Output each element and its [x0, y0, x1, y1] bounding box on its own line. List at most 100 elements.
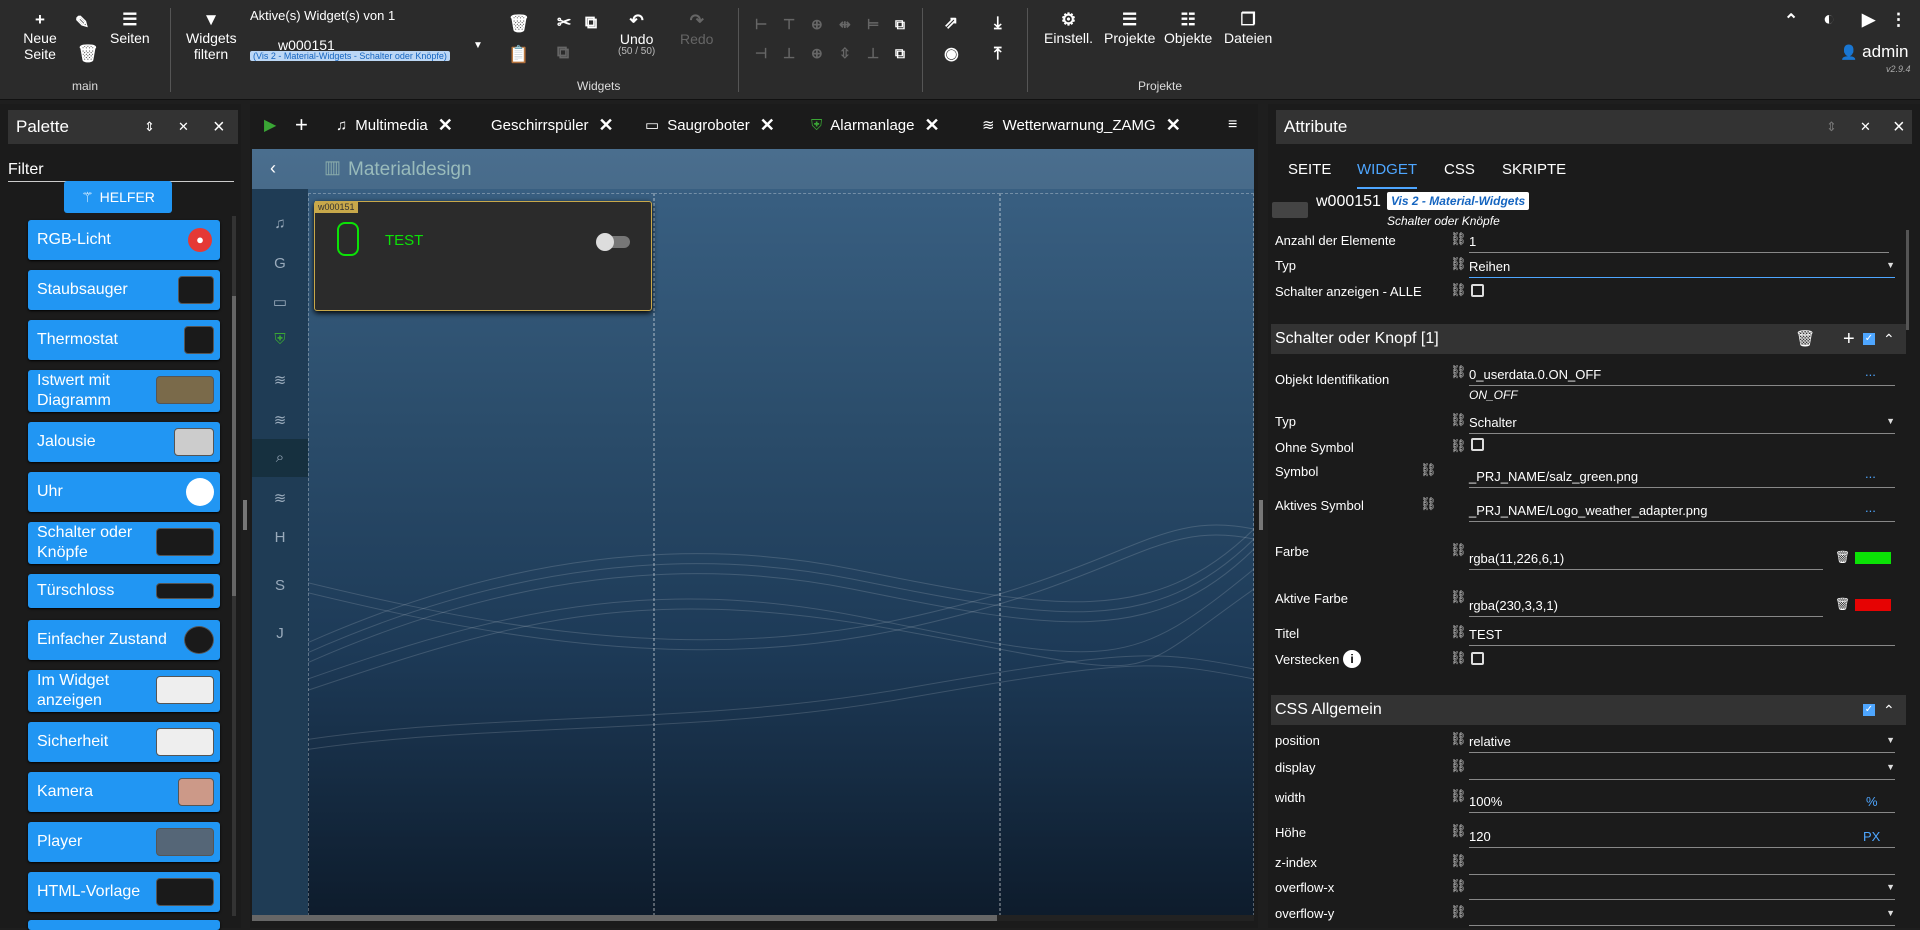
weather-icon[interactable]: ≋: [252, 489, 308, 507]
palette-item-widget-view[interactable]: Im Widget anzeigen: [28, 670, 220, 712]
add-tab-icon[interactable]: +: [295, 104, 308, 146]
overflow-x-select[interactable]: [1469, 876, 1895, 900]
tab-weather[interactable]: ≋ Wetterwarnung_ZAMG ✕: [982, 104, 1181, 146]
chevron-up-icon[interactable]: ⌃: [1784, 12, 1798, 30]
play-icon[interactable]: ▶: [1862, 11, 1875, 29]
send-back-icon[interactable]: ⧉: [895, 44, 905, 62]
color-input[interactable]: rgba(11,226,6,1): [1469, 546, 1823, 570]
close-icon[interactable]: ✕: [924, 115, 939, 136]
import-icon[interactable]: ⤓: [994, 14, 1002, 32]
add-icon[interactable]: +: [1843, 328, 1855, 351]
height-unit[interactable]: PX: [1863, 829, 1880, 844]
palette-item-switch[interactable]: Schalter oder Knöpfe: [28, 522, 220, 564]
projects-button[interactable]: ☰ Projekte: [1104, 10, 1155, 46]
palette-item-thermostat[interactable]: Thermostat: [28, 320, 220, 360]
active-symbol-browse-button[interactable]: ...: [1865, 500, 1876, 515]
link-icon[interactable]: ⛓: [1450, 624, 1467, 640]
zindex-input[interactable]: [1469, 851, 1895, 875]
more-vert-icon[interactable]: ⋮: [1890, 11, 1907, 29]
display-select[interactable]: [1469, 756, 1895, 780]
weather-icon[interactable]: ≋: [252, 411, 308, 429]
redo-button[interactable]: ↷ Redo: [680, 11, 713, 47]
type-select[interactable]: Reihen: [1469, 254, 1895, 278]
no-symbol-checkbox[interactable]: [1471, 438, 1484, 451]
resize-handle[interactable]: [243, 500, 247, 530]
align-bottom-icon[interactable]: ⊥: [783, 44, 795, 62]
link-icon[interactable]: ⛓: [1450, 231, 1467, 247]
user-menu[interactable]: 👤 admin: [1840, 42, 1908, 62]
oid-browse-button[interactable]: ...: [1865, 364, 1876, 379]
link-icon[interactable]: ⛓: [1450, 878, 1467, 894]
weather-icon[interactable]: ≋: [252, 371, 308, 389]
close-icon[interactable]: ✕: [438, 115, 453, 136]
nav-letter[interactable]: S: [252, 577, 308, 594]
tabs-menu-icon[interactable]: ≡: [1228, 104, 1237, 146]
active-color-input[interactable]: rgba(230,3,3,1): [1469, 593, 1823, 617]
same-height-icon[interactable]: ⊥: [867, 44, 879, 62]
link-icon[interactable]: ⛓: [1450, 438, 1467, 454]
palette-item-clock[interactable]: Uhr: [28, 472, 220, 512]
collapse-icon[interactable]: ✕: [1860, 119, 1871, 135]
link-icon[interactable]: ⛓: [1420, 496, 1437, 512]
palette-scrollbar[interactable]: [232, 216, 236, 916]
delete-icon[interactable]: 🗑: [1835, 597, 1850, 611]
helper-button[interactable]: ⚚ HELFER: [64, 181, 172, 213]
section-checkbox[interactable]: ✓: [1863, 333, 1875, 345]
width-unit[interactable]: %: [1866, 794, 1878, 809]
chevron-up-icon[interactable]: ⌃: [1883, 331, 1895, 348]
close-icon[interactable]: ×: [1893, 116, 1905, 139]
link-icon[interactable]: ⛓: [1450, 542, 1467, 558]
delete-widget-icon[interactable]: 🗑: [508, 15, 530, 33]
close-icon[interactable]: ×: [213, 116, 225, 139]
paste-icon[interactable]: 📋: [508, 46, 529, 64]
attr-scrollbar[interactable]: [1906, 230, 1909, 330]
align-right-icon[interactable]: ⊣: [755, 44, 767, 62]
link-icon[interactable]: ⛓: [1450, 731, 1467, 747]
palette-item-vacuum[interactable]: Staubsauger: [28, 270, 220, 310]
same-width-icon[interactable]: ⊨: [867, 15, 879, 33]
pages-button[interactable]: ☰ Seiten: [110, 10, 150, 46]
editor-canvas[interactable]: ‹ ▥ Materialdesign ♫ G ▭ ⛨ ≋ ≋ ⌕ ≋ H S J…: [252, 149, 1254, 921]
tab-multimedia[interactable]: ♫ Multimedia ✕: [336, 104, 453, 146]
tab-dishwasher[interactable]: Geschirrspüler ✕: [491, 104, 614, 146]
tab-robot[interactable]: ▭ Saugroboter ✕: [645, 104, 775, 146]
link-icon[interactable]: ⛓: [1450, 853, 1467, 869]
shield-icon[interactable]: ⛨: [252, 331, 308, 348]
position-select[interactable]: relative: [1469, 729, 1895, 753]
link-icon[interactable]: ⛓: [1450, 758, 1467, 774]
title-input[interactable]: TEST: [1469, 622, 1895, 646]
active-symbol-input[interactable]: _PRJ_NAME/Logo_weather_adapter.png: [1469, 498, 1895, 522]
edit-page-icon[interactable]: ✎: [75, 14, 89, 32]
widgets-filter-button[interactable]: ▼ Widgets filtern: [186, 10, 237, 62]
run-icon[interactable]: ▶: [264, 104, 276, 146]
align-middle-icon[interactable]: ⊕: [811, 44, 823, 62]
tab-alarm[interactable]: ⛨ Alarmanlage ✕: [811, 104, 940, 146]
theme-toggle-icon[interactable]: ◐: [1823, 9, 1835, 29]
selected-widget[interactable]: w000151 TEST: [314, 201, 652, 311]
info-icon[interactable]: i: [1343, 650, 1361, 668]
nav-letter[interactable]: J: [252, 625, 308, 642]
export-icon[interactable]: ⤒: [994, 45, 1002, 63]
copy-icon[interactable]: ⧉: [585, 14, 597, 32]
count-input[interactable]: 1: [1469, 229, 1889, 253]
nav-letter[interactable]: H: [252, 529, 308, 546]
symbol-input[interactable]: _PRJ_NAME/salz_green.png: [1469, 464, 1895, 488]
overflow-y-select[interactable]: [1469, 902, 1895, 926]
delete-icon[interactable]: 🗑: [1795, 329, 1815, 349]
nav-letter[interactable]: G: [252, 255, 308, 272]
active-color-swatch[interactable]: [1855, 599, 1891, 611]
palette-item-player[interactable]: Player: [28, 822, 220, 862]
distribute-v-icon[interactable]: ⇳: [839, 44, 851, 62]
close-icon[interactable]: ✕: [1166, 115, 1181, 136]
music-icon[interactable]: ♫: [252, 215, 308, 232]
duplicate-icon[interactable]: ⧉: [557, 44, 569, 62]
horizontal-scrollbar[interactable]: [252, 915, 1254, 921]
expand-icon[interactable]: ⇕: [1826, 119, 1837, 135]
tab-widget[interactable]: WIDGET: [1357, 161, 1417, 189]
palette-item-security[interactable]: Sicherheit: [28, 722, 220, 762]
palette-item-rgb[interactable]: RGB-Licht ●: [28, 220, 220, 260]
delete-icon[interactable]: 🗑: [1835, 550, 1850, 564]
symbol-browse-button[interactable]: ...: [1865, 466, 1876, 481]
color-swatch[interactable]: [1855, 552, 1891, 564]
settings-button[interactable]: ⚙ Einstell.: [1044, 10, 1093, 46]
